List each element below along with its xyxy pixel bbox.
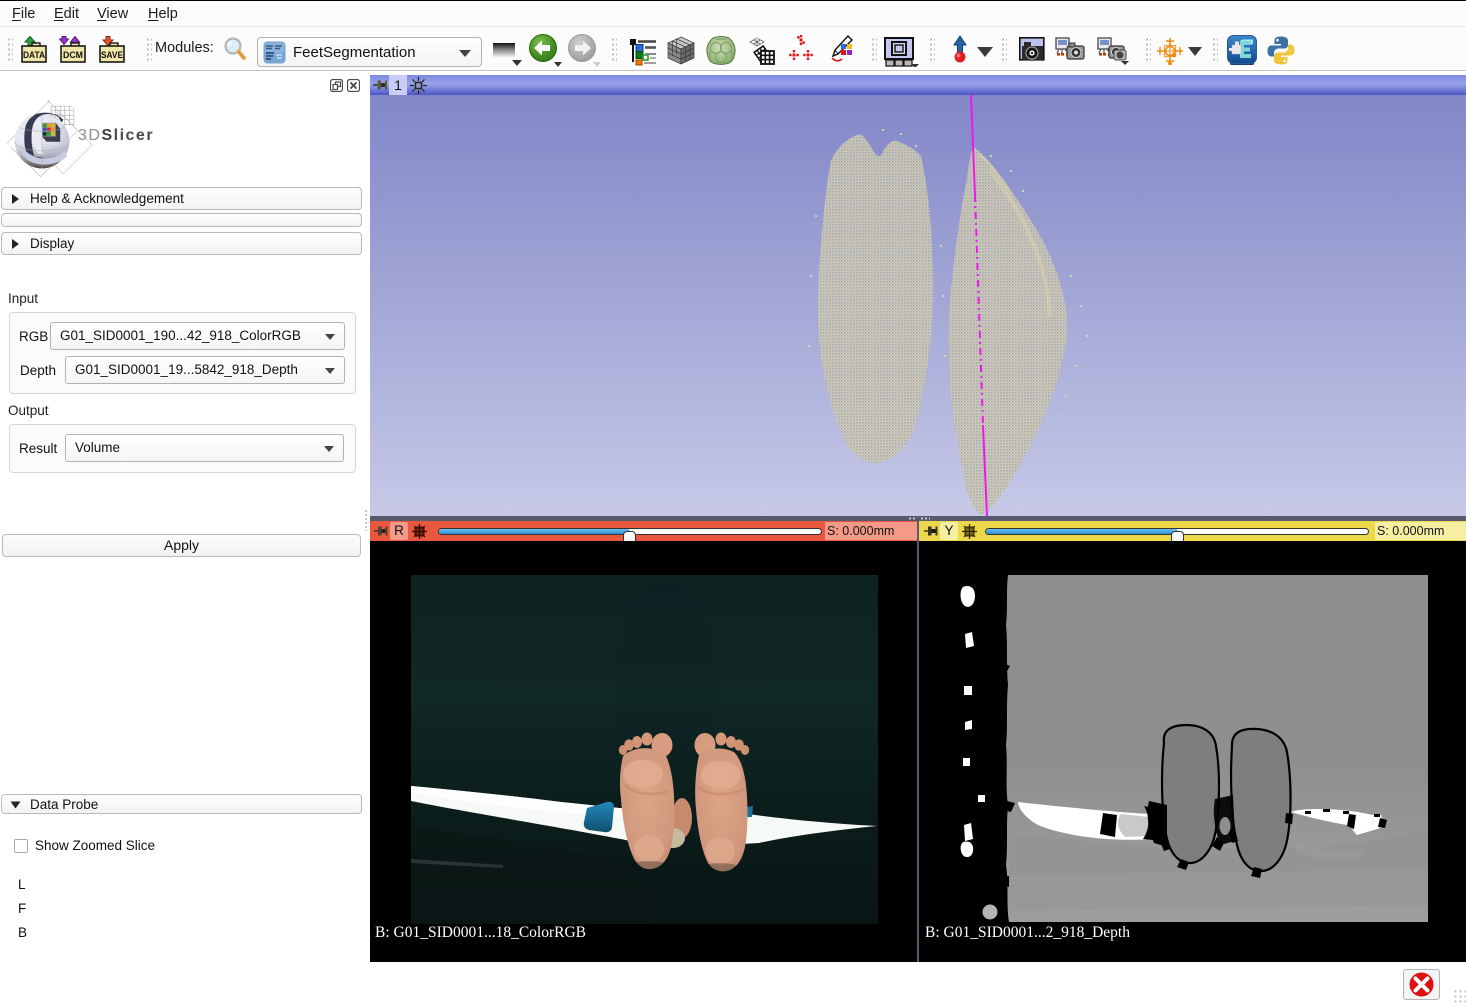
- svg-text:SAVE: SAVE: [101, 50, 123, 61]
- svg-text:DCM: DCM: [63, 50, 83, 61]
- svg-text:DATA: DATA: [23, 50, 45, 61]
